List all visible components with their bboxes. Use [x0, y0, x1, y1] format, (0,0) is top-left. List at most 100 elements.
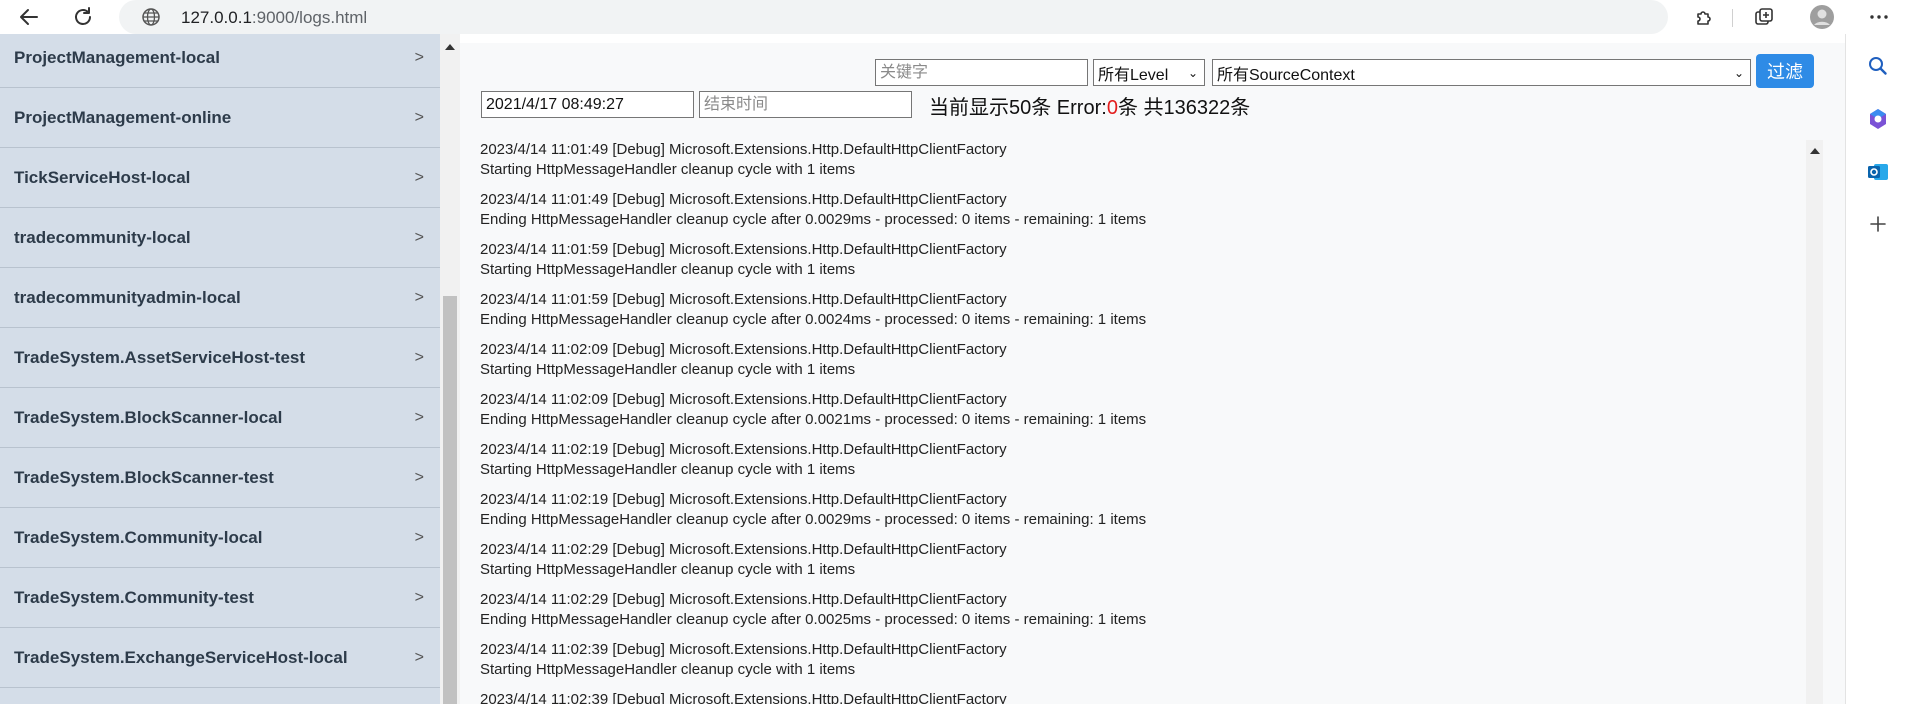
log-entry: 2023/4/14 11:02:09 [Debug] Microsoft.Ext…: [480, 390, 1146, 430]
project-label: TickServiceHost-local: [14, 167, 191, 187]
project-item[interactable]: TradeSystem.AssetServiceHost-test >: [0, 328, 440, 388]
globe-icon: [141, 7, 161, 27]
outlook-icon: [1868, 164, 1888, 180]
log-entry: 2023/4/14 11:02:29 [Debug] Microsoft.Ext…: [480, 540, 1007, 580]
shopping-icon: [1870, 109, 1886, 129]
log-header: 2023/4/14 11:01:59 [Debug] Microsoft.Ext…: [480, 241, 1007, 258]
url-host: 127.0.0.1: [181, 8, 252, 27]
scroll-up-arrow-icon[interactable]: [445, 44, 455, 50]
project-item[interactable]: TradeSystem.BlockScanner-test >: [0, 448, 440, 508]
stats-suffix: 条 共136322条: [1117, 97, 1251, 119]
log-entry: 2023/4/14 11:02:39 [Debug] Microsoft.Ext…: [480, 690, 1007, 704]
project-item[interactable]: ProjectManagement-online >: [0, 88, 440, 148]
end-time-input[interactable]: [699, 91, 912, 118]
search-button[interactable]: [1866, 54, 1890, 78]
chevron-right-icon: >: [414, 228, 424, 246]
log-list-scrollbar[interactable]: [1806, 140, 1823, 704]
scrollbar-thumb[interactable]: [443, 296, 457, 704]
project-item[interactable]: tradecommunityadmin-local >: [0, 268, 440, 328]
project-item[interactable]: tradecommunity-local >: [0, 208, 440, 268]
log-message: Ending HttpMessageHandler cleanup cycle …: [480, 511, 1147, 528]
log-message: Ending HttpMessageHandler cleanup cycle …: [480, 311, 1147, 328]
log-header: 2023/4/14 11:01:49 [Debug] Microsoft.Ext…: [480, 141, 1007, 158]
project-label: ProjectManagement-local: [14, 47, 220, 67]
chevron-right-icon: >: [414, 48, 424, 66]
project-label: TradeSystem.Community-test: [14, 587, 254, 607]
project-item[interactable]: TradeSystem.ExchangeServiceHost-local >: [0, 628, 440, 688]
log-entry: 2023/4/14 11:02:19 [Debug] Microsoft.Ext…: [480, 490, 1146, 530]
log-header: 2023/4/14 11:02:19 [Debug] Microsoft.Ext…: [480, 491, 1007, 508]
puzzle-icon: [1697, 11, 1711, 25]
log-entry: 2023/4/14 11:01:59 [Debug] Microsoft.Ext…: [480, 240, 1007, 280]
avatar-icon: [1810, 5, 1834, 29]
log-panel: 所有Level ⌄ 所有SourceContext ⌄ 过滤 当前显示50条 E…: [460, 43, 1845, 704]
search-icon: [1869, 57, 1887, 75]
log-viewer: 所有Level ⌄ 所有SourceContext ⌄ 过滤 当前显示50条 E…: [460, 34, 1845, 704]
log-message: Starting HttpMessageHandler cleanup cycl…: [480, 461, 856, 478]
project-item[interactable]: TickServiceHost-local >: [0, 148, 440, 208]
collections-button[interactable]: [1751, 4, 1777, 30]
log-message: Starting HttpMessageHandler cleanup cycl…: [480, 161, 856, 178]
back-arrow-icon: [20, 9, 38, 25]
browser-toolbar: 127.0.0.1:9000/logs.html: [0, 0, 1909, 34]
plus-icon: [1870, 216, 1886, 232]
project-label: TradeSystem.BlockScanner-local: [14, 407, 283, 427]
url-text: 127.0.0.1:9000/logs.html: [181, 8, 367, 28]
level-select[interactable]: 所有Level ⌄: [1093, 59, 1205, 86]
source-context-select[interactable]: 所有SourceContext ⌄: [1212, 59, 1751, 86]
scroll-up-arrow-icon[interactable]: [1810, 148, 1820, 154]
chevron-right-icon: >: [414, 168, 424, 186]
stats-prefix: 当前显示50条 Error:: [929, 97, 1107, 119]
outlook-button[interactable]: [1866, 160, 1890, 184]
extensions-button[interactable]: [1692, 4, 1718, 30]
log-header: 2023/4/14 11:02:09 [Debug] Microsoft.Ext…: [480, 341, 1007, 358]
log-message: Starting HttpMessageHandler cleanup cycl…: [480, 261, 856, 278]
log-entry: 2023/4/14 11:02:09 [Debug] Microsoft.Ext…: [480, 340, 1007, 380]
project-label: tradecommunityadmin-local: [14, 287, 241, 307]
collections-icon: [1755, 8, 1773, 25]
browser-sidebar: [1845, 34, 1909, 704]
project-item[interactable]: ProjectManagement-local >: [0, 34, 440, 88]
log-message: Starting HttpMessageHandler cleanup cycl…: [480, 361, 856, 378]
keyword-input[interactable]: [875, 59, 1088, 86]
chevron-right-icon: >: [414, 408, 424, 426]
log-header: 2023/4/14 11:02:29 [Debug] Microsoft.Ext…: [480, 591, 1007, 608]
log-message: Ending HttpMessageHandler cleanup cycle …: [480, 211, 1147, 228]
chevron-down-icon: ⌄: [1187, 65, 1198, 80]
more-menu-button[interactable]: [1866, 4, 1892, 30]
log-entry: 2023/4/14 11:02:39 [Debug] Microsoft.Ext…: [480, 640, 1007, 680]
project-item[interactable]: TradeSystem.BlockScanner-local >: [0, 388, 440, 448]
log-header: 2023/4/14 11:02:09 [Debug] Microsoft.Ext…: [480, 391, 1007, 408]
project-label: ProjectManagement-online: [14, 107, 232, 127]
log-entry: 2023/4/14 11:01:49 [Debug] Microsoft.Ext…: [480, 190, 1146, 230]
log-header: 2023/4/14 11:02:39 [Debug] Microsoft.Ext…: [480, 691, 1007, 704]
log-header: 2023/4/14 11:01:59 [Debug] Microsoft.Ext…: [480, 291, 1007, 308]
chevron-right-icon: >: [414, 468, 424, 486]
shopping-button[interactable]: [1866, 107, 1890, 131]
back-button[interactable]: [14, 2, 44, 32]
toolbar-divider: [1732, 9, 1733, 27]
reload-button[interactable]: [68, 2, 98, 32]
project-list: ProjectManagement-local > ProjectManageme…: [0, 34, 440, 704]
filter-button[interactable]: 过滤: [1756, 54, 1814, 88]
project-item[interactable]: TradeSystem.Community-local >: [0, 508, 440, 568]
log-message: Starting HttpMessageHandler cleanup cycl…: [480, 661, 856, 678]
project-item[interactable]: TradeSystem.Community-test >: [0, 568, 440, 628]
error-count: 0: [1106, 97, 1118, 119]
log-entry: 2023/4/14 11:02:19 [Debug] Microsoft.Ext…: [480, 440, 1007, 480]
chevron-right-icon: >: [414, 528, 424, 546]
address-bar[interactable]: 127.0.0.1:9000/logs.html: [119, 0, 1668, 34]
profile-button[interactable]: [1809, 4, 1835, 30]
log-entry: 2023/4/14 11:01:59 [Debug] Microsoft.Ext…: [480, 290, 1146, 330]
start-time-input[interactable]: [481, 91, 694, 118]
project-label: TradeSystem.Community-local: [14, 527, 263, 547]
chevron-right-icon: >: [414, 588, 424, 606]
chevron-right-icon: >: [414, 648, 424, 666]
project-label: TradeSystem.AssetServiceHost-test: [14, 347, 306, 367]
chevron-right-icon: >: [414, 108, 424, 126]
project-list-scrollbar[interactable]: [440, 34, 460, 704]
log-entry: 2023/4/14 11:01:49 [Debug] Microsoft.Ext…: [480, 140, 1007, 180]
log-header: 2023/4/14 11:02:39 [Debug] Microsoft.Ext…: [480, 641, 1007, 658]
add-sidebar-app-button[interactable]: [1866, 212, 1890, 236]
log-message: Ending HttpMessageHandler cleanup cycle …: [480, 411, 1147, 428]
